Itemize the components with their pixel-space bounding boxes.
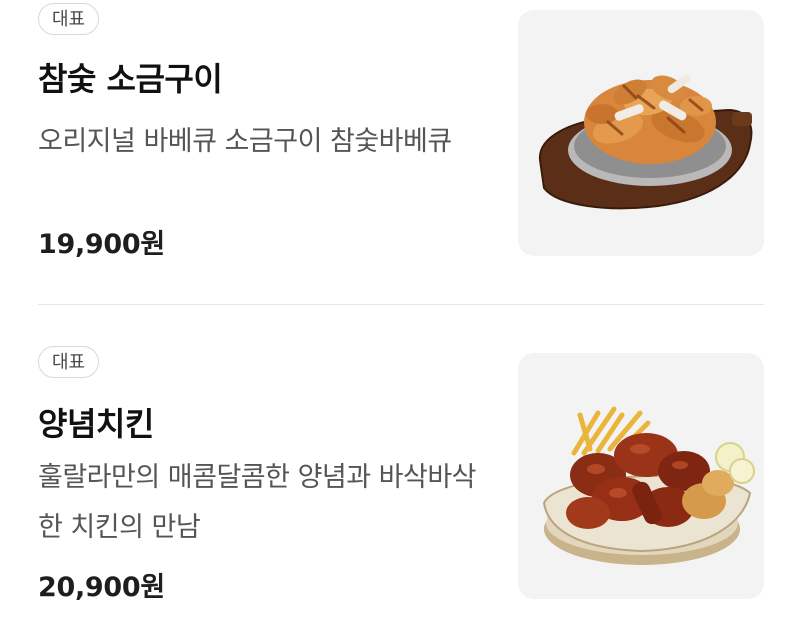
menu-item[interactable]: 대표 양념치킨 훌랄라만의 매콤달콤한 양념과 바삭바삭한 치킨의 만남 20,… bbox=[38, 343, 764, 603]
menu-item[interactable]: 대표 참숯 소금구이 오리지널 바베큐 소금구이 참숯바베큐 19,900원 bbox=[38, 0, 764, 260]
signature-badge: 대표 bbox=[38, 3, 100, 35]
menu-item-price: 19,900원 bbox=[38, 229, 165, 260]
menu-item-price: 20,900원 bbox=[38, 572, 165, 603]
menu-item-photo[interactable] bbox=[518, 10, 764, 256]
menu-item-photo[interactable] bbox=[518, 353, 764, 599]
grilled-chicken-platter-icon bbox=[538, 74, 753, 210]
menu-item-description: 훌랄라만의 매콤달콤한 양념과 바삭바삭한 치킨의 만남 bbox=[38, 462, 477, 543]
menu-item-name: 참숯 소금구이 bbox=[38, 60, 223, 98]
menu-item-name: 양념치킨 bbox=[38, 405, 154, 443]
divider bbox=[38, 304, 764, 305]
signature-badge: 대표 bbox=[38, 346, 100, 378]
seasoned-chicken-basket-icon bbox=[542, 406, 755, 565]
menu-item-description: 오리지널 바베큐 소금구이 참숯바베큐 bbox=[38, 126, 452, 157]
